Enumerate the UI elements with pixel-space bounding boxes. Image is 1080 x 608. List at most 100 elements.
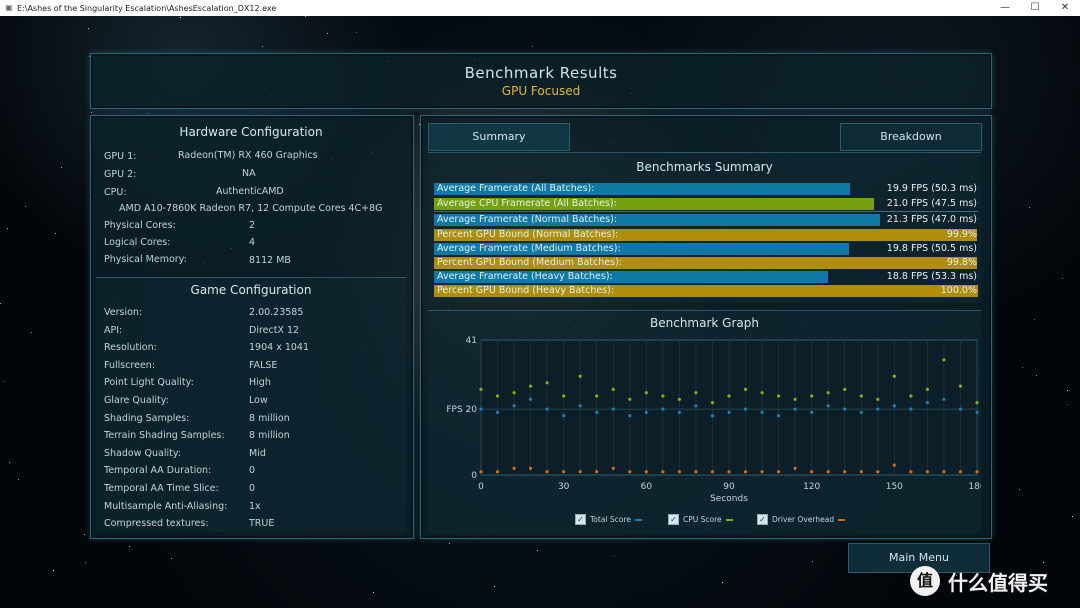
- star: [614, 555, 615, 556]
- game-config-value: 0: [249, 483, 256, 494]
- legend-item[interactable]: ✓ CPU Score: [668, 514, 733, 525]
- star: [262, 46, 263, 47]
- checkbox-icon[interactable]: ✓: [757, 514, 768, 525]
- y-tick-label: 41: [466, 336, 477, 346]
- star: [147, 113, 148, 114]
- data-point-driver-overhead: [595, 470, 599, 474]
- data-point-cpu-score: [644, 391, 648, 395]
- cpu-label: CPU:: [104, 187, 127, 198]
- data-point-total-score: [495, 410, 500, 414]
- watermark: 值 什么值得买: [910, 566, 1048, 596]
- data-point-cpu-score: [777, 394, 781, 398]
- data-point-cpu-score: [710, 401, 715, 405]
- summary-bar-value: 21.3 FPS (47.0 ms): [886, 214, 977, 225]
- x-tick-label: 120: [803, 482, 820, 492]
- data-point-cpu-score: [826, 391, 830, 395]
- tab-breakdown[interactable]: Breakdown: [840, 123, 982, 151]
- x-tick-label: 60: [641, 482, 653, 492]
- star: [532, 46, 533, 47]
- summary-title: Benchmarks Summary: [636, 160, 773, 174]
- data-point-total-score: [876, 407, 880, 411]
- data-point-total-score: [595, 410, 599, 414]
- star: [449, 543, 450, 544]
- summary-bar-row: Average CPU Framerate (All Batches): 21.0…: [434, 198, 978, 210]
- x-tick-label: 180: [968, 482, 981, 492]
- data-point-cpu-score: [677, 397, 681, 401]
- game-config-label: Shading Samples:: [104, 412, 190, 424]
- star: [7, 228, 8, 229]
- game-config-value: High: [249, 377, 271, 389]
- data-point-cpu-score: [611, 387, 615, 391]
- checkbox-icon[interactable]: ✓: [575, 514, 586, 525]
- summary-bar-value: 21.0 FPS (47.5 ms): [886, 198, 977, 209]
- summary-bar-row: Average Framerate (All Batches): 19.9 FPS…: [434, 183, 978, 195]
- summary-bar-value: 100.0%: [940, 285, 977, 296]
- game-config-value: 1904 x 1041: [249, 342, 310, 354]
- physical-memory-value: 8112 MB: [249, 255, 291, 266]
- star: [1019, 489, 1020, 490]
- game-config-label: Compressed textures:: [104, 518, 209, 530]
- data-point-cpu-score: [975, 401, 979, 405]
- game-config-value: 2.00.23585: [249, 307, 304, 318]
- data-point-cpu-score: [595, 394, 599, 398]
- benchmark-graph: 41 FPS 20 00 30 60 90 120 150 180 Seconds: [446, 336, 981, 504]
- data-point-driver-overhead: [793, 466, 797, 470]
- data-point-total-score: [661, 407, 665, 411]
- data-point-total-score: [810, 410, 814, 414]
- gpu2-value: NA: [242, 168, 256, 179]
- results-header: Benchmark Results GPU Focused: [90, 53, 992, 109]
- data-point-driver-overhead: [958, 470, 963, 474]
- star: [1022, 367, 1023, 368]
- data-point-total-score: [578, 404, 582, 408]
- data-point-driver-overhead: [942, 470, 946, 474]
- summary-bar-label: Percent GPU Bound (Heavy Batches):: [437, 285, 615, 296]
- data-point-driver-overhead: [760, 470, 764, 474]
- x-tick-label: 150: [886, 482, 903, 492]
- game-config-title: Game Configuration: [190, 283, 312, 297]
- data-point-total-score: [975, 410, 979, 414]
- game-config-label: Glare Quality:: [104, 395, 169, 406]
- maximize-button[interactable]: ☐: [1020, 0, 1050, 16]
- data-point-driver-overhead: [578, 470, 582, 474]
- x-tick-label: 0: [478, 482, 484, 492]
- data-point-driver-overhead: [628, 470, 632, 474]
- y-tick-label: 0: [471, 471, 477, 481]
- data-point-driver-overhead: [909, 470, 913, 474]
- data-point-total-score: [545, 407, 549, 411]
- game-config-value: TRUE: [249, 518, 275, 530]
- data-point-total-score: [562, 414, 566, 418]
- data-point-total-score: [628, 414, 632, 418]
- star: [373, 592, 374, 593]
- data-point-cpu-score: [810, 394, 814, 398]
- watermark-logo: 值: [910, 566, 940, 596]
- star: [31, 332, 32, 333]
- checkbox-icon[interactable]: ✓: [668, 514, 679, 525]
- close-button[interactable]: ✕: [1050, 0, 1080, 16]
- star: [88, 28, 89, 29]
- data-point-driver-overhead: [479, 470, 483, 474]
- star: [1067, 390, 1068, 391]
- data-point-driver-overhead: [810, 470, 814, 474]
- data-point-total-score: [826, 404, 830, 408]
- game-config-value: 1x: [249, 500, 261, 512]
- data-point-driver-overhead: [545, 470, 549, 474]
- data-point-driver-overhead: [843, 470, 847, 474]
- data-point-driver-overhead: [512, 466, 516, 470]
- data-point-total-score: [777, 414, 781, 418]
- legend-item[interactable]: ✓ Driver Overhead: [757, 514, 846, 525]
- data-point-driver-overhead: [677, 470, 681, 474]
- legend-swatch: [838, 518, 846, 521]
- data-point-cpu-score: [545, 381, 549, 385]
- data-point-total-score: [793, 407, 797, 411]
- star: [722, 582, 723, 583]
- tab-summary[interactable]: Summary: [428, 123, 570, 151]
- summary-bar-row: Percent GPU Bound (Heavy Batches): 100.0%: [434, 285, 978, 297]
- legend-item[interactable]: ✓ Total Score: [575, 514, 642, 525]
- summary-bar-row: Average Framerate (Heavy Batches): 18.8 F…: [434, 271, 978, 283]
- minimize-button[interactable]: —: [990, 0, 1020, 16]
- summary-bar-row: Average Framerate (Medium Batches): 19.8 …: [434, 243, 978, 255]
- data-point-cpu-score: [628, 397, 632, 401]
- star: [1043, 562, 1044, 563]
- summary-bar-label: Average Framerate (Heavy Batches):: [437, 271, 613, 282]
- legend-label: CPU Score: [683, 515, 722, 524]
